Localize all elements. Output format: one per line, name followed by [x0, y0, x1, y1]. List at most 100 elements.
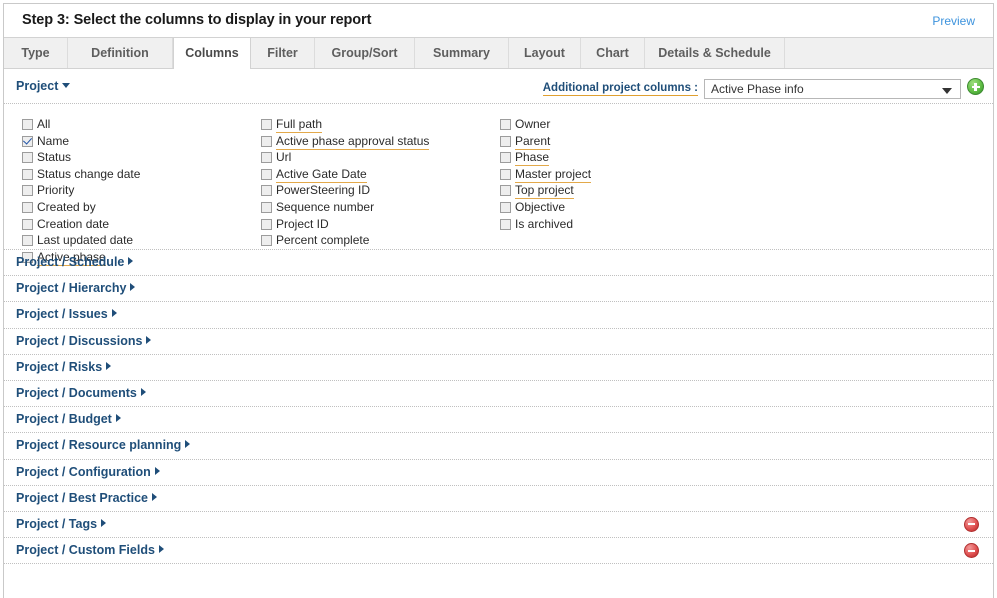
column-group-toggle[interactable]: Project / Configuration [16, 465, 160, 479]
column-group-row[interactable]: Project / Tags [4, 512, 993, 539]
column-checkbox-label: PowerSteering ID [276, 183, 371, 198]
checkbox-icon[interactable] [500, 119, 511, 130]
tab-definition[interactable]: Definition [68, 38, 173, 68]
column-checkbox-row[interactable]: Active Gate Date [261, 167, 429, 184]
column-checkbox-row[interactable]: Name [22, 134, 140, 151]
tab-layout[interactable]: Layout [509, 38, 581, 68]
column-group-row[interactable]: Project / Schedule [4, 250, 993, 277]
column-group-toggle[interactable]: Project / Best Practice [16, 491, 158, 505]
project-section-toggle[interactable]: Project [16, 79, 71, 93]
tab-details-schedule[interactable]: Details & Schedule [645, 38, 785, 68]
column-group-row[interactable]: Project / Configuration [4, 460, 993, 486]
additional-project-columns-label[interactable]: Additional project columns : [542, 82, 698, 96]
column-group-toggle[interactable]: Project / Resource planning [16, 438, 191, 452]
checkbox-icon[interactable] [22, 218, 33, 230]
tab-filter[interactable]: Filter [251, 38, 315, 68]
tab-group-sort[interactable]: Group/Sort [315, 38, 415, 68]
column-checkbox-row[interactable]: Full path [261, 117, 429, 134]
column-group-toggle[interactable]: Project / Budget [16, 412, 121, 426]
checkbox-icon[interactable] [500, 152, 511, 164]
checkbox-icon[interactable] [261, 185, 272, 197]
column-group-toggle[interactable]: Project / Issues [16, 307, 117, 321]
column-checkbox-row[interactable]: PowerSteering ID [261, 183, 429, 200]
checkbox-icon[interactable] [261, 152, 272, 164]
checkbox-icon[interactable] [22, 201, 33, 213]
checkbox-icon[interactable] [261, 119, 272, 130]
column-checkbox-label: Name [37, 133, 70, 148]
column-group-label: Project / Budget [16, 412, 112, 427]
column-group-row[interactable]: Project / Risks [4, 355, 993, 381]
checkbox-icon[interactable] [22, 235, 33, 247]
column-checkbox-row[interactable]: Status [22, 150, 140, 167]
column-group-toggle[interactable]: Project / Discussions [16, 334, 152, 348]
caret-down-icon [62, 83, 71, 88]
column-checkbox-row[interactable]: Status change date [22, 167, 140, 184]
checkbox-icon[interactable] [500, 218, 511, 230]
column-checkbox-row[interactable]: Active phase approval status [261, 134, 430, 151]
tab-columns[interactable]: Columns [173, 38, 251, 69]
checkbox-icon[interactable] [261, 168, 272, 180]
column-group-row[interactable]: Project / Budget [4, 407, 993, 434]
column-checkbox-row[interactable]: Top project [500, 183, 591, 200]
checkbox-icon[interactable] [261, 135, 272, 147]
column-group-toggle[interactable]: Project / Custom Fields [16, 543, 164, 557]
column-group-toggle[interactable]: Project / Tags [16, 517, 107, 531]
column-group-toggle[interactable]: Project / Documents [16, 386, 146, 400]
checkbox-icon[interactable] [22, 135, 33, 147]
column-group-row[interactable]: Project / Discussions [4, 329, 993, 355]
checkbox-icon[interactable] [22, 119, 33, 130]
remove-circle-icon[interactable] [964, 516, 979, 532]
checkbox-icon[interactable] [500, 168, 511, 180]
column-checkbox-row[interactable]: All [22, 117, 140, 134]
column-checkbox-label: Full path [276, 117, 323, 133]
checkbox-icon[interactable] [22, 152, 33, 164]
tab-chart[interactable]: Chart [581, 38, 645, 68]
column-checkbox-row[interactable]: Master project [500, 167, 592, 184]
column-group-row[interactable]: Project / Best Practice [4, 486, 993, 512]
column-group-row[interactable]: Project / Documents [4, 381, 993, 408]
column-group-row[interactable]: Project / Resource planning [4, 433, 993, 460]
column-checkbox-label: Priority [37, 183, 75, 198]
caret-right-icon [140, 387, 146, 396]
checkbox-icon[interactable] [261, 235, 272, 247]
column-checkbox-row[interactable]: Phase [500, 150, 591, 167]
checkbox-icon[interactable] [500, 135, 511, 147]
tab-type[interactable]: Type [4, 38, 68, 68]
column-checkbox-row[interactable]: Creation date [22, 217, 140, 234]
checkbox-column-2: Full path Active phase approval status Url… [261, 117, 430, 250]
column-checkbox-row[interactable]: Is archived [500, 217, 591, 234]
column-checkbox-label: All [37, 117, 51, 131]
tab-label: Type [21, 46, 50, 60]
column-group-toggle[interactable]: Project / Risks [16, 360, 112, 374]
column-checkbox-label: Project ID [276, 216, 329, 231]
checkbox-icon[interactable] [22, 185, 33, 197]
column-checkbox-row[interactable]: Sequence number [261, 200, 429, 217]
additional-project-columns-select[interactable]: Active Phase info [704, 79, 961, 99]
column-checkbox-row[interactable]: Objective [500, 200, 591, 217]
column-group-toggle[interactable]: Project / Schedule [16, 255, 134, 269]
checkbox-icon[interactable] [261, 201, 272, 213]
add-circle-icon[interactable] [967, 78, 984, 95]
column-checkbox-row[interactable]: Last updated date [22, 233, 140, 250]
column-checkbox-row[interactable]: Priority [22, 183, 140, 200]
remove-circle-icon[interactable] [964, 543, 979, 559]
column-group-row[interactable]: Project / Issues [4, 302, 993, 329]
column-group-toggle[interactable]: Project / Hierarchy [16, 281, 136, 295]
checkbox-icon[interactable] [500, 201, 511, 213]
column-checkbox-row[interactable]: Created by [22, 200, 140, 217]
column-checkbox-row[interactable]: Parent [500, 134, 591, 151]
tab-summary[interactable]: Summary [415, 38, 509, 68]
checkbox-icon[interactable] [261, 218, 272, 230]
column-checkbox-row[interactable]: Owner [500, 117, 591, 134]
column-checkbox-label: Top project [515, 183, 574, 200]
column-checkbox-row[interactable]: Project ID [261, 217, 429, 234]
column-checkbox-row[interactable]: Url [261, 150, 429, 167]
checkbox-icon[interactable] [500, 185, 511, 197]
caret-right-icon [106, 361, 112, 370]
column-group-row[interactable]: Project / Hierarchy [4, 276, 993, 303]
column-checkbox-label: Phase [515, 150, 550, 167]
column-checkbox-row[interactable]: Percent complete [261, 233, 429, 250]
preview-link[interactable]: Preview [932, 14, 975, 28]
checkbox-icon[interactable] [22, 168, 33, 180]
column-group-row[interactable]: Project / Custom Fields [4, 538, 993, 565]
